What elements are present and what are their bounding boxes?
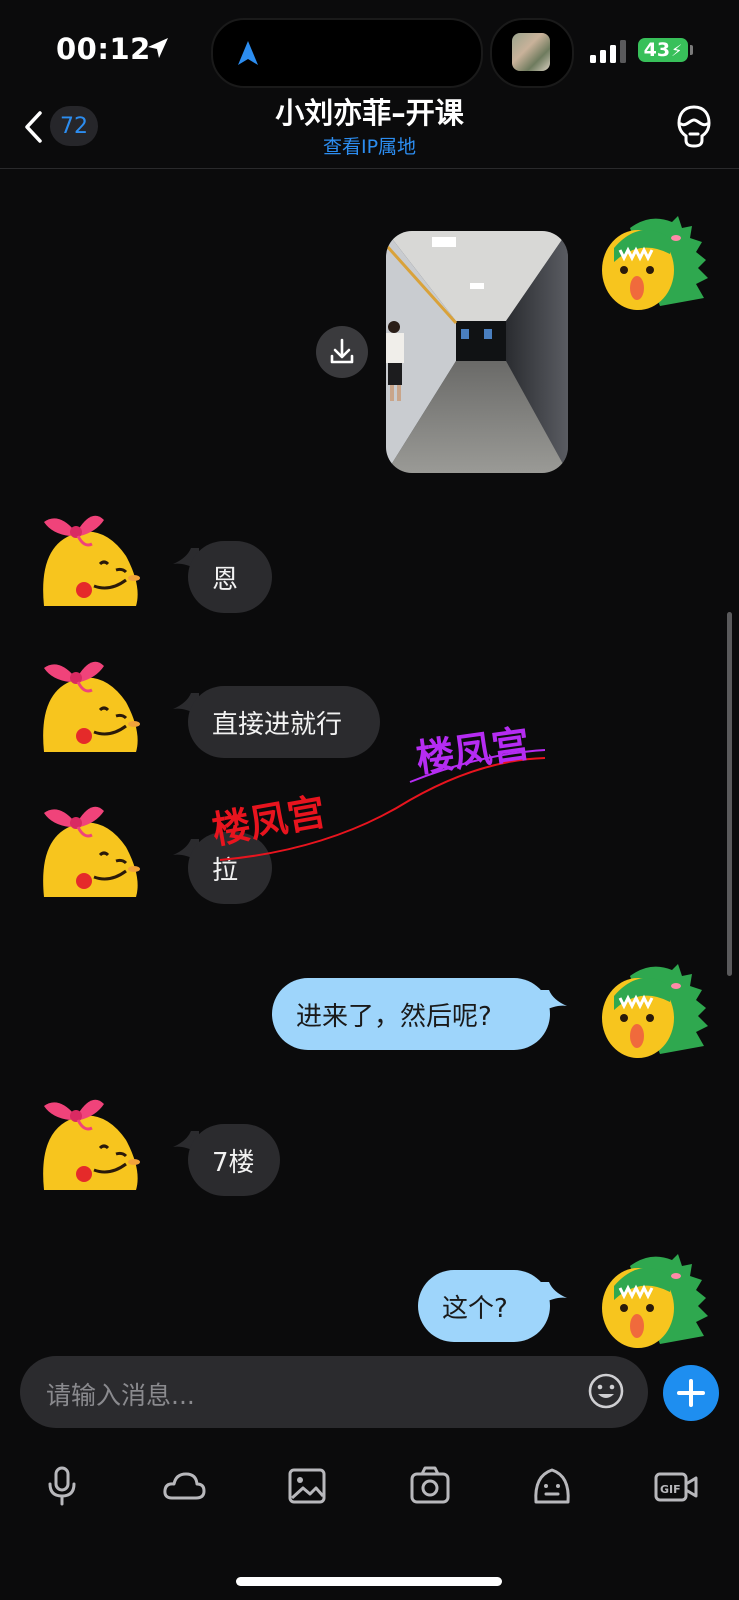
live-activity[interactable] [490,18,574,88]
profile-icon[interactable] [672,104,716,150]
location-arrow-icon [148,38,168,58]
live-activity-thumbnail [512,33,550,71]
navigation-arrow-icon [238,41,258,65]
download-icon [330,338,354,364]
battery-level: 43 [643,39,671,61]
svg-text:GIF: GIF [660,1483,681,1496]
status-bar: 00:12 43 ⚡ [0,0,739,88]
microphone-icon[interactable] [40,1466,84,1506]
corridor-photo-icon [386,231,568,473]
plus-icon [677,1379,705,1407]
dynamic-island[interactable] [211,18,483,88]
image-icon[interactable] [285,1466,329,1506]
battery-indicator: 43 ⚡ [638,38,688,62]
message-input[interactable]: 请输入消息... [20,1356,648,1428]
view-ip-location-link[interactable]: 查看IP属地 [0,132,739,159]
message-text: 恩 [212,564,239,595]
chat-title: 小刘亦菲–开课 [275,96,464,130]
message-text: 7楼 [212,1147,255,1178]
chat-header: 72 小刘亦菲–开课 查看IP属地 [0,88,739,169]
gif-icon[interactable]: GIF [654,1466,698,1506]
home-indicator[interactable] [236,1577,502,1586]
my-avatar-dino-icon[interactable] [600,1246,710,1356]
message-bubble-outgoing[interactable]: 进来了，然后呢? [272,978,550,1050]
sent-photo[interactable] [386,231,568,473]
status-time: 00:12 [56,32,151,66]
charging-icon: ⚡ [671,40,683,60]
emoji-icon[interactable] [587,1372,625,1410]
contact-avatar-bow-icon[interactable] [34,652,144,762]
message-bubble-incoming[interactable]: 恩 [188,541,272,613]
message-bubble-incoming[interactable]: 7楼 [188,1124,280,1196]
message-bubble-outgoing[interactable]: 这个? [418,1270,550,1342]
add-attachment-button[interactable] [663,1365,719,1421]
message-text: 这个? [442,1293,508,1324]
camera-icon[interactable] [408,1466,452,1506]
chat-screen: 00:12 43 ⚡ 72 小刘亦菲–开课 查看IP属地 恩 直接进就行 拉 进… [0,0,739,1600]
contact-avatar-bow-icon[interactable] [34,1090,144,1200]
signal-icon [590,40,626,63]
battery-tip [690,45,693,55]
my-avatar-dino-icon[interactable] [600,956,710,1066]
contact-avatar-bow-icon[interactable] [34,506,144,616]
message-text: 进来了，然后呢? [296,1001,492,1032]
my-avatar-dino-icon[interactable] [600,208,710,318]
sticker-icon[interactable] [530,1466,574,1506]
download-button[interactable] [316,326,368,378]
scroll-indicator[interactable] [727,612,732,976]
contact-avatar-bow-icon[interactable] [34,797,144,907]
message-input-placeholder: 请输入消息... [46,1381,195,1410]
cloud-icon[interactable] [162,1466,206,1506]
